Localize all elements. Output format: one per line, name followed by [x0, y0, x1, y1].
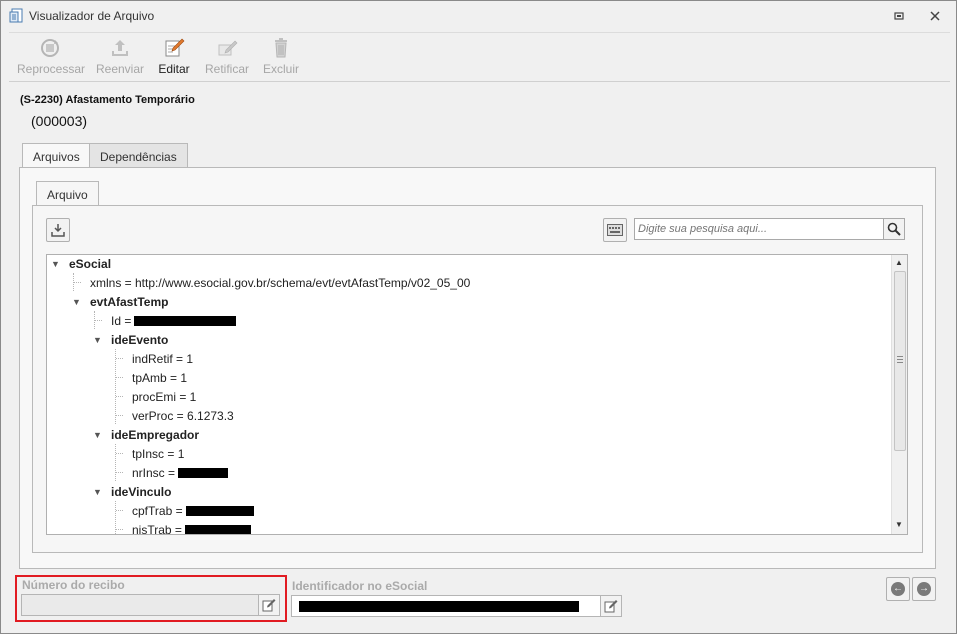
tree-node-nrinsc-label: nrInsc =: [132, 466, 176, 480]
resend-button[interactable]: Reenviar: [95, 37, 145, 81]
tree-node-esocial[interactable]: eSocial: [69, 255, 111, 274]
toolbar: Reprocessar Reenviar Editar Retificar Ex…: [9, 32, 950, 82]
keyboard-icon: [607, 224, 623, 236]
tree-node-id[interactable]: Id =: [111, 312, 237, 331]
tree-node-tpinsc[interactable]: tpInsc = 1: [132, 445, 184, 464]
rectify-button[interactable]: Retificar: [201, 37, 253, 81]
tree-node-ideevento[interactable]: ideEvento: [111, 331, 168, 350]
chevron-down-icon[interactable]: ▼: [72, 293, 82, 312]
redacted-value: [185, 506, 254, 516]
tab-dependencies[interactable]: Dependências: [89, 143, 188, 168]
tree-node-nistrab-label: nisTrab =: [132, 523, 182, 535]
edit-button[interactable]: Editar: [155, 37, 193, 81]
close-button[interactable]: [927, 8, 943, 24]
chevron-down-icon[interactable]: ▼: [93, 483, 103, 502]
redacted-value: [299, 601, 579, 612]
tree-node-cpftrab-label: cpfTrab =: [132, 504, 183, 518]
edit-icon: [165, 38, 185, 57]
restore-icon: [894, 12, 904, 20]
chevron-down-icon[interactable]: ▼: [93, 331, 103, 350]
edit-icon: [604, 600, 618, 613]
scroll-thumb[interactable]: [894, 271, 906, 451]
esocial-id-label: Identificador no eSocial: [292, 579, 428, 593]
next-button[interactable]: →: [912, 577, 936, 601]
tree-node-ideempregador[interactable]: ideEmpregador: [111, 426, 199, 445]
trash-icon: [275, 38, 287, 58]
event-title: (S-2230) Afastamento Temporário: [20, 94, 195, 106]
event-code: (000003): [31, 113, 88, 129]
upload-icon: [112, 40, 128, 56]
tab-files[interactable]: Arquivos: [22, 143, 91, 169]
arrow-left-icon: ←: [891, 582, 905, 596]
rectify-label: Retificar: [204, 62, 249, 76]
tree-node-id-label: Id =: [111, 314, 132, 328]
tree-node-xmlns[interactable]: xmlns = http://www.esocial.gov.br/schema…: [90, 274, 470, 293]
keyboard-button[interactable]: [603, 218, 627, 242]
tree-node-indretif[interactable]: indRetif = 1: [132, 350, 193, 369]
document-viewer-icon: [9, 8, 23, 23]
tree-node-cpftrab[interactable]: cpfTrab =: [132, 502, 254, 521]
arrow-right-icon: →: [917, 582, 931, 596]
tab-file[interactable]: Arquivo: [36, 181, 99, 206]
reprocess-button[interactable]: Reprocessar: [17, 37, 86, 81]
maximize-button[interactable]: [891, 8, 907, 24]
delete-button[interactable]: Excluir: [261, 37, 301, 81]
chevron-down-icon[interactable]: ▼: [51, 255, 61, 274]
previous-button[interactable]: ←: [886, 577, 910, 601]
redacted-value: [184, 525, 251, 534]
file-panel: ▼ eSocial xmlns = http://www.esocial.gov…: [32, 205, 923, 553]
tree-node-verproc[interactable]: verProc = 6.1273.3: [132, 407, 234, 426]
tree-node-procemi[interactable]: procEmi = 1: [132, 388, 196, 407]
tree-node-evtafasttemp[interactable]: evtAfastTemp: [90, 293, 168, 312]
files-panel: Arquivo Digite sua pesquisa aqui... ▼ eS…: [19, 167, 936, 569]
tree-node-nrinsc[interactable]: nrInsc =: [132, 464, 229, 483]
reprocess-label: Reprocessar: [17, 62, 86, 76]
search-button[interactable]: [883, 218, 905, 240]
tree-node-idevinculo[interactable]: ideVinculo: [111, 483, 171, 502]
close-icon: [930, 11, 940, 21]
title-bar: Visualizador de Arquivo: [1, 1, 956, 31]
rectify-icon: [218, 40, 238, 56]
search-input[interactable]: [634, 218, 884, 240]
xml-tree[interactable]: ▼ eSocial xmlns = http://www.esocial.gov…: [46, 254, 908, 535]
scroll-down-icon[interactable]: ▼: [895, 520, 903, 529]
redacted-value: [134, 316, 237, 326]
download-icon: [51, 224, 65, 237]
redacted-value: [178, 468, 229, 478]
scroll-up-icon[interactable]: ▲: [895, 258, 903, 267]
edit-label: Editar: [158, 62, 190, 76]
reprocess-icon: [41, 39, 59, 57]
resend-label: Reenviar: [95, 62, 145, 76]
search-icon: [887, 222, 901, 236]
chevron-down-icon[interactable]: ▼: [93, 426, 103, 445]
grip-icon: [897, 356, 903, 365]
tree-node-tpamb[interactable]: tpAmb = 1: [132, 369, 187, 388]
window-title: Visualizador de Arquivo: [29, 9, 155, 23]
download-button[interactable]: [46, 218, 70, 242]
tree-node-nistrab[interactable]: nisTrab =: [132, 521, 251, 535]
tree-scrollbar[interactable]: ▲ ▼: [891, 255, 907, 534]
receipt-highlight: [15, 575, 287, 622]
edit-esocial-id-button[interactable]: [600, 595, 622, 617]
delete-label: Excluir: [262, 62, 299, 76]
file-viewer-window: Visualizador de Arquivo Reprocessar Reen…: [0, 0, 957, 634]
esocial-id-field[interactable]: [291, 595, 602, 617]
